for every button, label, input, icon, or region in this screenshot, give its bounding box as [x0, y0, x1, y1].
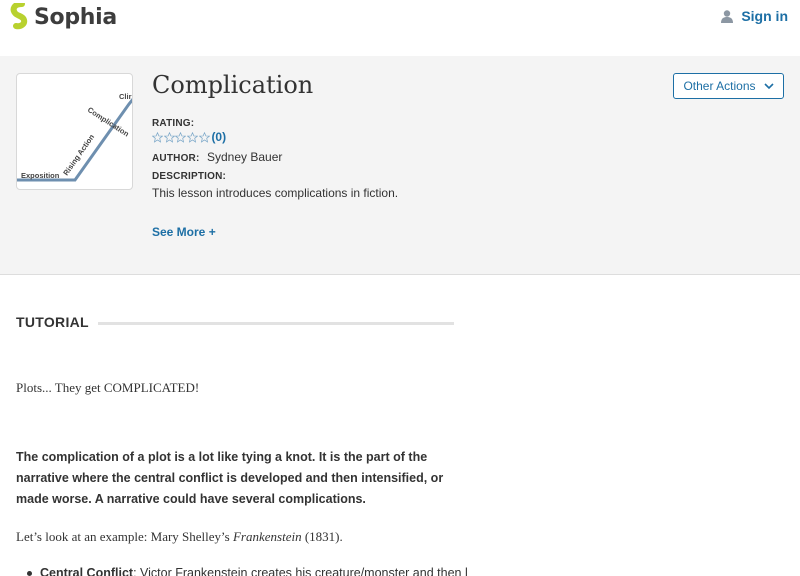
- rating-count[interactable]: (0): [211, 130, 226, 144]
- star-icon: [175, 131, 187, 143]
- list-item: Central Conflict: Victor Frankenstein cr…: [27, 566, 467, 576]
- example-prefix: Let’s look at an example: Mary Shelley’s: [16, 529, 233, 544]
- lesson-thumbnail: Exposition Rising Action Complication Cl…: [16, 73, 133, 190]
- user-icon: [721, 9, 734, 23]
- author-name: Sydney Bauer: [207, 150, 283, 164]
- other-actions-label: Other Actions: [683, 79, 756, 93]
- tutorial-title: TUTORIAL: [16, 314, 89, 330]
- sophia-logo[interactable]: Sophia: [9, 2, 117, 32]
- star-rating[interactable]: (0): [152, 130, 226, 144]
- star-icon: [163, 131, 175, 143]
- sophia-logo-icon: [10, 3, 28, 30]
- star-icon: [187, 131, 199, 143]
- section-divider: [98, 322, 454, 325]
- logo-text: Sophia: [34, 4, 117, 30]
- tutorial-intro: Plots... They get COMPLICATED!: [16, 380, 200, 395]
- bullet-text: : Victor Frankenstein creates his creatu…: [133, 566, 467, 576]
- tutorial-definition: The complication of a plot is a lot like…: [16, 450, 444, 506]
- plot-diagram-image: Exposition Rising Action Complication Cl…: [17, 92, 132, 182]
- bullet-label: Central Conflict: [40, 566, 134, 576]
- thumb-label-exposition: Exposition: [21, 171, 60, 180]
- lesson-banner: Exposition Rising Action Complication Cl…: [0, 56, 800, 275]
- lesson-title: Complication: [152, 71, 314, 99]
- rating-label: RATING:: [152, 118, 195, 129]
- star-icon: [198, 131, 210, 143]
- other-actions-button[interactable]: Other Actions: [673, 73, 784, 99]
- see-more-link[interactable]: See More +: [152, 225, 216, 239]
- tutorial-example: Let’s look at an example: Mary Shelley’s…: [16, 529, 343, 545]
- lesson-description: This lesson introduces complications in …: [152, 186, 399, 200]
- sign-in-link[interactable]: Sign in: [721, 8, 788, 24]
- description-label: DESCRIPTION:: [152, 171, 227, 182]
- example-suffix: (1831).: [301, 529, 343, 544]
- top-header: Sophia Sign in: [0, 0, 800, 56]
- sign-in-label: Sign in: [741, 8, 788, 24]
- example-book-title: Frankenstein: [232, 529, 302, 544]
- bullet-icon: [27, 571, 32, 576]
- tutorial-heading: TUTORIAL: [16, 314, 89, 330]
- thumb-label-climax: Clir: [119, 92, 132, 101]
- chevron-down-icon: [763, 82, 774, 89]
- author-label: AUTHOR:: [152, 153, 200, 164]
- star-icon: [152, 131, 163, 143]
